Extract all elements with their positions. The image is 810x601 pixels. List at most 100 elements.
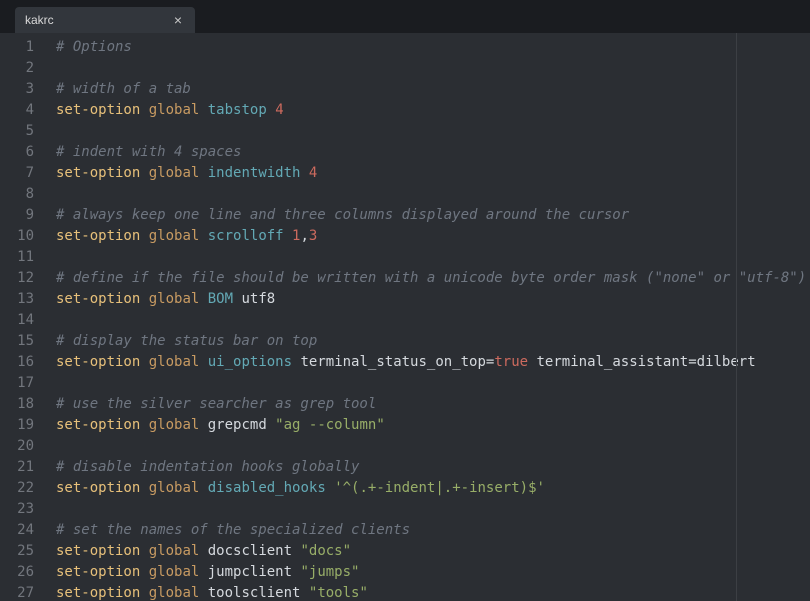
code-area[interactable]: # Options # width of a tab set-option glob… bbox=[48, 33, 810, 601]
token-str: "docs" bbox=[300, 543, 351, 559]
line-number: 18 bbox=[0, 394, 48, 415]
token-txt bbox=[140, 417, 148, 433]
token-gl: global bbox=[149, 585, 200, 601]
token-gl: global bbox=[149, 102, 200, 118]
code-line[interactable] bbox=[48, 121, 810, 142]
editor[interactable]: 1234567891011121314151617181920212223242… bbox=[0, 33, 810, 601]
token-txt: terminal_status_on_top= bbox=[292, 354, 494, 370]
token-kw: set-option bbox=[56, 165, 140, 181]
line-number: 9 bbox=[0, 205, 48, 226]
code-line[interactable] bbox=[48, 436, 810, 457]
code-line[interactable] bbox=[48, 58, 810, 79]
token-txt: docsclient bbox=[199, 543, 300, 559]
line-number: 26 bbox=[0, 562, 48, 583]
tab-bar: kakrc × bbox=[0, 0, 810, 33]
code-line[interactable]: # width of a tab bbox=[48, 79, 810, 100]
code-line[interactable]: # disable indentation hooks globally bbox=[48, 457, 810, 478]
code-line[interactable]: set-option global scrolloff 1,3 bbox=[48, 226, 810, 247]
code-line[interactable] bbox=[48, 247, 810, 268]
token-txt bbox=[199, 102, 207, 118]
token-txt: terminal_assistant=dilbert bbox=[528, 354, 756, 370]
token-txt: utf8 bbox=[233, 291, 275, 307]
token-txt bbox=[326, 480, 334, 496]
code-line[interactable]: # indent with 4 spaces bbox=[48, 142, 810, 163]
close-icon[interactable]: × bbox=[171, 13, 185, 27]
token-txt bbox=[284, 228, 292, 244]
token-kw: set-option bbox=[56, 480, 140, 496]
token-cmt: # width of a tab bbox=[56, 81, 191, 97]
code-line[interactable]: set-option global jumpclient "jumps" bbox=[48, 562, 810, 583]
code-line[interactable] bbox=[48, 184, 810, 205]
line-number: 7 bbox=[0, 163, 48, 184]
token-cmt: # disable indentation hooks globally bbox=[56, 459, 359, 475]
column-ruler bbox=[736, 33, 737, 601]
line-number: 15 bbox=[0, 331, 48, 352]
token-str: "tools" bbox=[309, 585, 368, 601]
code-line[interactable]: set-option global grepcmd "ag --column" bbox=[48, 415, 810, 436]
token-txt bbox=[199, 228, 207, 244]
tab-kakrc[interactable]: kakrc × bbox=[15, 7, 195, 33]
code-line[interactable]: # use the silver searcher as grep tool bbox=[48, 394, 810, 415]
token-gl: global bbox=[149, 417, 200, 433]
line-number: 5 bbox=[0, 121, 48, 142]
token-opt: indentwidth bbox=[208, 165, 301, 181]
code-line[interactable] bbox=[48, 373, 810, 394]
line-number: 19 bbox=[0, 415, 48, 436]
token-txt bbox=[140, 165, 148, 181]
tab-title: kakrc bbox=[25, 13, 171, 27]
token-gl: global bbox=[149, 564, 200, 580]
code-line[interactable]: # define if the file should be written w… bbox=[48, 268, 810, 289]
token-gl: global bbox=[149, 291, 200, 307]
token-kw: set-option bbox=[56, 228, 140, 244]
line-number: 3 bbox=[0, 79, 48, 100]
token-txt bbox=[267, 102, 275, 118]
token-kw: set-option bbox=[56, 585, 140, 601]
token-str: '^(.+-indent|.+-insert)$' bbox=[334, 480, 545, 496]
code-line[interactable]: set-option global disabled_hooks '^(.+-i… bbox=[48, 478, 810, 499]
line-number: 10 bbox=[0, 226, 48, 247]
token-txt: toolsclient bbox=[199, 585, 309, 601]
code-line[interactable]: set-option global tabstop 4 bbox=[48, 100, 810, 121]
token-cmt: # always keep one line and three columns… bbox=[56, 207, 629, 223]
token-txt bbox=[140, 564, 148, 580]
token-txt bbox=[140, 102, 148, 118]
code-line[interactable]: # display the status bar on top bbox=[48, 331, 810, 352]
line-number: 25 bbox=[0, 541, 48, 562]
token-cmt: # use the silver searcher as grep tool bbox=[56, 396, 376, 412]
token-txt bbox=[140, 291, 148, 307]
code-line[interactable]: # Options bbox=[48, 37, 810, 58]
line-number: 20 bbox=[0, 436, 48, 457]
token-txt bbox=[199, 480, 207, 496]
token-gl: global bbox=[149, 480, 200, 496]
token-txt bbox=[140, 354, 148, 370]
code-line[interactable]: set-option global ui_options terminal_st… bbox=[48, 352, 810, 373]
token-txt bbox=[140, 543, 148, 559]
token-num: 4 bbox=[275, 102, 283, 118]
token-txt bbox=[199, 291, 207, 307]
line-number: 6 bbox=[0, 142, 48, 163]
code-line[interactable]: set-option global indentwidth 4 bbox=[48, 163, 810, 184]
code-line[interactable] bbox=[48, 499, 810, 520]
token-opt: tabstop bbox=[208, 102, 267, 118]
token-opt: scrolloff bbox=[208, 228, 284, 244]
token-cmt: # display the status bar on top bbox=[56, 333, 317, 349]
token-opt: ui_options bbox=[208, 354, 292, 370]
line-number: 13 bbox=[0, 289, 48, 310]
code-line[interactable]: # set the names of the specialized clien… bbox=[48, 520, 810, 541]
token-kw: set-option bbox=[56, 102, 140, 118]
token-kw: set-option bbox=[56, 354, 140, 370]
line-number: 24 bbox=[0, 520, 48, 541]
code-line[interactable]: set-option global toolsclient "tools" bbox=[48, 583, 810, 601]
line-number: 14 bbox=[0, 310, 48, 331]
line-number: 17 bbox=[0, 373, 48, 394]
token-gl: global bbox=[149, 543, 200, 559]
token-txt bbox=[300, 165, 308, 181]
code-line[interactable]: set-option global docsclient "docs" bbox=[48, 541, 810, 562]
code-line[interactable] bbox=[48, 310, 810, 331]
line-number: 16 bbox=[0, 352, 48, 373]
code-line[interactable]: set-option global BOM utf8 bbox=[48, 289, 810, 310]
line-number: 8 bbox=[0, 184, 48, 205]
token-txt: , bbox=[300, 228, 308, 244]
code-line[interactable]: # always keep one line and three columns… bbox=[48, 205, 810, 226]
token-bool: true bbox=[494, 354, 528, 370]
